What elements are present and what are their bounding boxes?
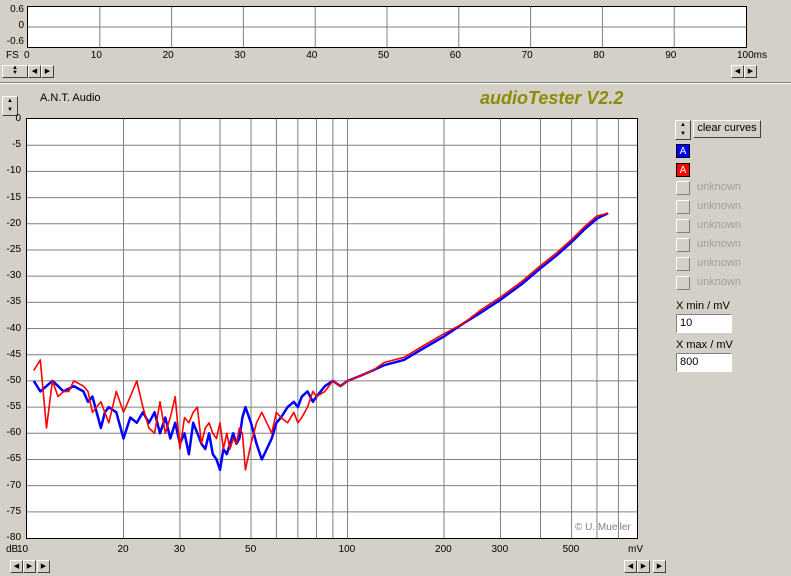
chart-ytick: -10 xyxy=(6,165,21,177)
chart-xtick: 10 xyxy=(17,544,29,555)
scope-xtick: 50 xyxy=(378,50,390,61)
scope-zoom-spinner[interactable]: ▲ ▼ xyxy=(2,65,28,78)
chart-xtick: 30 xyxy=(173,544,186,555)
scope-xtick: 40 xyxy=(306,50,318,61)
scope-plot xyxy=(27,6,747,48)
plot-scroll-end-button[interactable]: ▶ xyxy=(37,560,50,573)
xrange-right-button[interactable]: ▶ xyxy=(637,560,650,573)
chart-ytick: -45 xyxy=(6,348,21,360)
scope-xtick: 80 xyxy=(593,50,605,61)
scope-time-right-button[interactable]: ▶ xyxy=(744,65,757,78)
scope-ytick: -0.6 xyxy=(6,36,24,47)
copyright-label: © U. Mueller xyxy=(575,522,631,533)
scope-time-left-button[interactable]: ◀ xyxy=(731,65,744,78)
chart-ytick: -30 xyxy=(6,270,21,282)
scope-unit-label: FS xyxy=(6,50,19,61)
scope-xtick: 70 xyxy=(521,50,533,61)
curve-spinner[interactable]: ▲ ▼ xyxy=(675,120,691,140)
unknown-channel-label: unknown xyxy=(697,276,742,288)
chart-ytick: -5 xyxy=(12,139,21,151)
series-line-red xyxy=(33,212,609,471)
xmax-label: X max / mV xyxy=(676,339,733,351)
scope-xtick: 10 xyxy=(90,50,102,61)
plot-scroll-left-button[interactable]: ◀ xyxy=(10,560,23,573)
chart-ytick: -80 xyxy=(6,532,21,543)
chart-ytick: -65 xyxy=(6,453,21,465)
chart-xlabel: mV xyxy=(628,544,643,555)
chart-ytick: -75 xyxy=(6,505,21,517)
unknown-channel-label: unknown xyxy=(697,238,742,250)
xrange-end-button[interactable]: ▶ xyxy=(653,560,666,573)
chart-xtick: 100 xyxy=(338,544,356,555)
xmax-input[interactable]: 800 xyxy=(676,353,732,372)
xrange-left-button[interactable]: ◀ xyxy=(624,560,637,573)
chart-xtick: 50 xyxy=(245,544,257,555)
distortion-chart xyxy=(27,119,637,538)
plot-scroll-right-button[interactable]: ▶ xyxy=(23,560,36,573)
splitter[interactable] xyxy=(0,82,791,84)
scope-ytick: 0.6 xyxy=(10,4,24,15)
scope-scroll-left-button[interactable]: ◀ xyxy=(28,65,41,78)
scope-xtick: 100ms xyxy=(737,50,768,61)
app-title: audioTester V2.2 xyxy=(480,88,624,108)
distortion-plot xyxy=(26,118,638,539)
brand-label: A.N.T. Audio xyxy=(40,92,101,104)
xmin-label: X min / mV xyxy=(676,300,730,312)
unknown-channel-swatch[interactable] xyxy=(676,219,690,233)
scope-xtick: 0 xyxy=(24,50,30,61)
chart-ytick: -35 xyxy=(6,296,21,308)
chart-xtick: 20 xyxy=(117,544,129,555)
series-line-blue xyxy=(32,212,609,472)
scope-xtick: 90 xyxy=(665,50,677,61)
unknown-channel-label: unknown xyxy=(697,200,742,212)
xmin-input[interactable]: 10 xyxy=(676,314,732,333)
unknown-channel-swatch[interactable] xyxy=(676,238,690,252)
chart-ytick: -40 xyxy=(6,322,21,334)
chart-ytick: -20 xyxy=(6,217,21,229)
unknown-channel-label: unknown xyxy=(697,257,742,269)
chart-ytick: -55 xyxy=(6,401,21,413)
unknown-channel-swatch[interactable] xyxy=(676,200,690,214)
chart-xtick: 500 xyxy=(562,544,580,555)
unknown-channel-swatch[interactable] xyxy=(676,181,690,195)
chart-ytick: -60 xyxy=(6,427,21,439)
chart-xtick: 300 xyxy=(491,544,509,555)
unknown-channel-swatch[interactable] xyxy=(676,276,690,290)
chart-ytick: 0 xyxy=(15,113,21,124)
chart-ytick: -50 xyxy=(6,374,21,386)
scope-xtick: 60 xyxy=(449,50,461,61)
chart-ytick: -25 xyxy=(6,243,21,255)
scope-ytick: 0 xyxy=(18,20,24,31)
scope-xtick: 20 xyxy=(162,50,174,61)
chart-xtick: 200 xyxy=(435,544,452,555)
unknown-channel-swatch[interactable] xyxy=(676,257,690,271)
scope-xtick: 30 xyxy=(234,50,246,61)
scope-grid xyxy=(28,7,746,47)
scope-scroll-right-button[interactable]: ▶ xyxy=(41,65,54,78)
chart-ytick: -15 xyxy=(6,191,21,203)
clear-curves-button[interactable]: clear curves xyxy=(693,120,761,138)
channel-red-swatch[interactable]: A xyxy=(676,163,690,177)
unknown-channel-label: unknown xyxy=(697,219,742,231)
channel-blue-swatch[interactable]: A xyxy=(676,144,690,158)
unknown-channel-label: unknown xyxy=(697,181,742,193)
chart-ytick: -70 xyxy=(6,479,21,491)
